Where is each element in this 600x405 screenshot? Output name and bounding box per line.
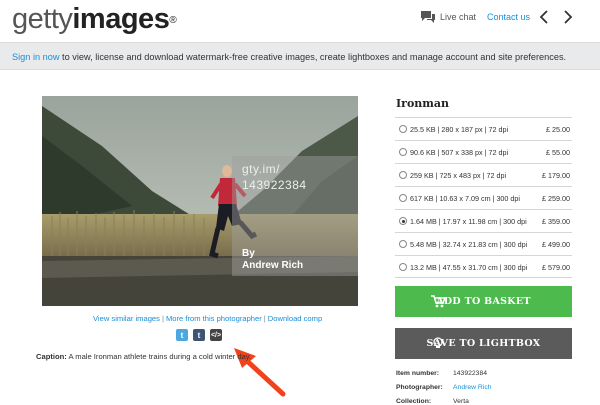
size-option-row[interactable]: 617 KB | 10.63 x 7.09 cm | 300 dpi £ 259.… [395,186,572,209]
size-price: £ 359.00 [542,217,570,226]
size-description: 259 KB | 725 x 483 px | 72 dpi [410,171,507,180]
live-chat-link[interactable]: Live chat [440,12,476,22]
size-price: £ 499.00 [542,240,570,249]
download-comp-link[interactable]: Download comp [268,314,322,323]
size-description: 25.5 KB | 280 x 187 px | 72 dpi [410,125,509,134]
twitter-icon[interactable]: t [176,329,188,341]
gettyimages-logo[interactable]: gettyimages® [12,4,177,34]
tumblr-icon[interactable]: t [193,329,205,341]
overlay-image-id: 143922384 [242,178,307,192]
embed-icon[interactable]: </> [210,329,222,341]
size-description: 617 KB | 10.63 x 7.09 cm | 300 dpi [410,194,521,203]
collection-value: Verta [453,398,469,405]
size-radio[interactable] [399,217,407,225]
preview-image[interactable]: gty.im/ 143922384 By Andrew Rich [42,96,358,306]
image-links: View similar images | More from this photo… [93,314,323,323]
size-description: 13.2 MB | 47.55 x 31.70 cm | 300 dpi [410,263,528,272]
signin-banner: Sign in now to view, license and downloa… [0,42,600,70]
overlay-by: By [242,248,255,259]
size-radio[interactable] [399,148,407,156]
chevron-left-icon[interactable] [536,8,552,26]
site-header: gettyimages® Live chat Contact us [0,0,600,42]
chat-icon[interactable] [420,10,436,24]
image-title: Ironman [396,97,450,110]
size-radio[interactable] [399,263,407,271]
view-similar-link[interactable]: View similar images [93,314,160,323]
size-price: £ 55.00 [546,148,570,157]
size-radio[interactable] [399,194,407,202]
cart-icon [431,295,445,308]
size-price: £ 179.00 [542,171,570,180]
size-option-row[interactable]: 25.5 KB | 280 x 187 px | 72 dpi £ 25.00 [395,117,572,140]
size-option-row[interactable]: 90.6 KB | 507 x 338 px | 72 dpi £ 55.00 [395,140,572,163]
item-number-value: 143922384 [453,370,488,377]
overlay-photographer: Andrew Rich [242,260,304,271]
size-radio[interactable] [399,171,407,179]
size-radio[interactable] [399,240,407,248]
size-option-row[interactable]: 5.48 MB | 32.74 x 21.83 cm | 300 dpi £ 49… [395,232,572,255]
size-description: 90.6 KB | 507 x 338 px | 72 dpi [410,148,509,157]
size-radio[interactable] [399,125,407,133]
image-caption: Caption: A male Ironman athlete trains d… [36,352,252,361]
save-to-lightbox-button[interactable]: SAVE TO LIGHTBOX [395,328,572,359]
size-option-row[interactable]: 1.64 MB | 17.97 x 11.98 cm | 300 dpi £ 35… [395,209,572,232]
size-price: £ 259.00 [542,194,570,203]
size-options: 25.5 KB | 280 x 187 px | 72 dpi £ 25.00 90… [395,117,572,278]
chevron-right-icon[interactable] [560,8,576,26]
overlay-short-url: gty.im/ [242,162,280,176]
signin-banner-text: Sign in now to view, license and downloa… [12,52,567,62]
lightbulb-icon [433,337,443,348]
size-price: £ 25.00 [546,125,570,134]
contact-us-link[interactable]: Contact us [487,12,530,22]
add-to-basket-button[interactable]: ADD TO BASKET [395,286,572,317]
size-price: £ 579.00 [542,263,570,272]
size-option-row[interactable]: 259 KB | 725 x 483 px | 72 dpi £ 179.00 [395,163,572,186]
size-description: 1.64 MB | 17.97 x 11.98 cm | 300 dpi [410,217,527,226]
sign-in-link[interactable]: Sign in now [12,52,60,62]
more-from-photographer-link[interactable]: More from this photographer [166,314,262,323]
size-description: 5.48 MB | 32.74 x 21.83 cm | 300 dpi [410,240,528,249]
size-option-row[interactable]: 13.2 MB | 47.55 x 31.70 cm | 300 dpi £ 57… [395,255,572,278]
annotation-arrow [234,348,286,397]
photographer-link[interactable]: Andrew Rich [453,384,492,391]
